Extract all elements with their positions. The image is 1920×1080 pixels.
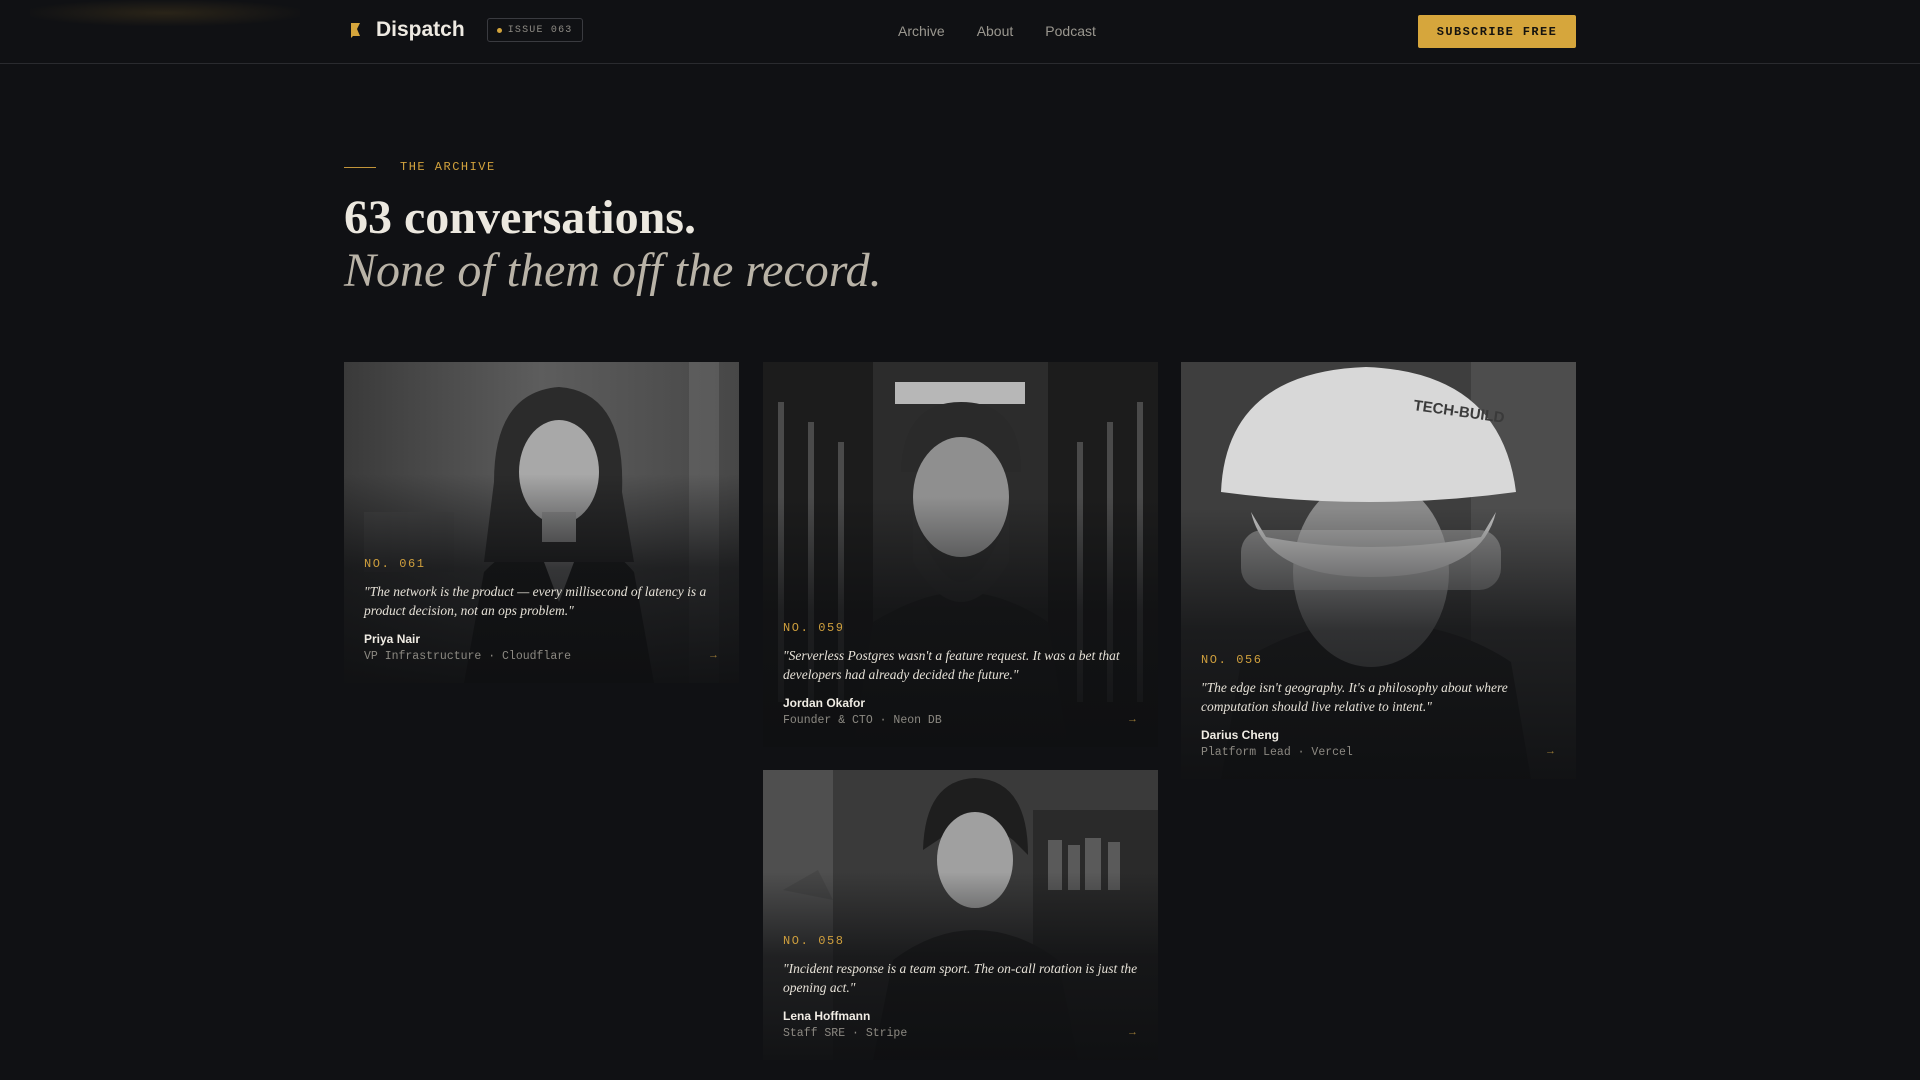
guest-role: Staff SRE · Stripe [783, 1027, 908, 1040]
pull-quote: "The network is the product — every mill… [364, 584, 707, 618]
guest-name: Lena Hoffmann [783, 1009, 871, 1023]
bookmark-flag-icon [344, 19, 366, 41]
section-eyebrow: THE ARCHIVE [344, 160, 496, 174]
guest-name: Priya Nair [364, 632, 421, 646]
arrow-right-icon[interactable]: → [1545, 745, 1556, 757]
nav-link-about[interactable]: About [977, 23, 1014, 39]
issue-number: NO. 056 [1201, 653, 1263, 667]
issue-number: NO. 058 [783, 934, 845, 948]
interview-card-058[interactable]: NO. 058 "Incident response is a team spo… [763, 770, 1158, 1060]
card-info: NO. 059 "Serverless Postgres wasn't a fe… [783, 621, 1138, 727]
guest-role: VP Infrastructure · Cloudflare [364, 650, 572, 663]
pull-quote: "Serverless Postgres wasn't a feature re… [783, 648, 1120, 682]
interview-card-059[interactable]: NO. 059 "Serverless Postgres wasn't a fe… [763, 362, 1158, 747]
nav-link-archive[interactable]: Archive [898, 23, 945, 39]
page-subtitle: None of them off the record. [344, 244, 882, 297]
guest-name: Darius Cheng [1201, 728, 1280, 742]
interview-card-056[interactable]: TECH-BUILD NO. 056 "The edge isn't geogr… [1181, 362, 1576, 779]
header-glow [30, 0, 300, 26]
guest-name: Jordan Okafor [783, 696, 866, 710]
card-info: NO. 061 "The network is the product — ev… [364, 557, 719, 663]
eyebrow-rule [344, 166, 376, 168]
pull-quote: "Incident response is a team sport. The … [783, 961, 1138, 995]
eyebrow-label: THE ARCHIVE [400, 160, 496, 174]
card-info: NO. 056 "The edge isn't geography. It's … [1201, 653, 1556, 759]
arrow-right-icon[interactable]: → [1127, 1026, 1138, 1038]
brand[interactable]: Dispatch ISSUE 063 [344, 18, 583, 42]
arrow-right-icon[interactable]: → [708, 649, 719, 661]
main-nav: Archive About Podcast [898, 23, 1096, 39]
issue-number: NO. 059 [783, 621, 845, 635]
nav-link-podcast[interactable]: Podcast [1045, 23, 1096, 39]
issue-number: NO. 061 [364, 557, 426, 571]
arrow-right-icon[interactable]: → [1127, 713, 1138, 725]
page-title: 63 conversations. [344, 191, 696, 244]
issue-dot-icon [496, 27, 502, 33]
pull-quote: "The edge isn't geography. It's a philos… [1201, 680, 1508, 714]
guest-role: Founder & CTO · Neon DB [783, 714, 942, 727]
card-info: NO. 058 "Incident response is a team spo… [783, 934, 1138, 1040]
issue-badge-label: ISSUE 063 [507, 24, 573, 36]
issue-badge: ISSUE 063 [486, 18, 583, 42]
brand-name: Dispatch [376, 18, 465, 41]
guest-role: Platform Lead · Vercel [1201, 746, 1353, 759]
subscribe-button[interactable]: SUBSCRIBE FREE [1418, 15, 1576, 48]
top-navigation-bar: Dispatch ISSUE 063 Archive About Podcast… [0, 0, 1920, 64]
interview-card-061[interactable]: NO. 061 "The network is the product — ev… [344, 362, 739, 683]
